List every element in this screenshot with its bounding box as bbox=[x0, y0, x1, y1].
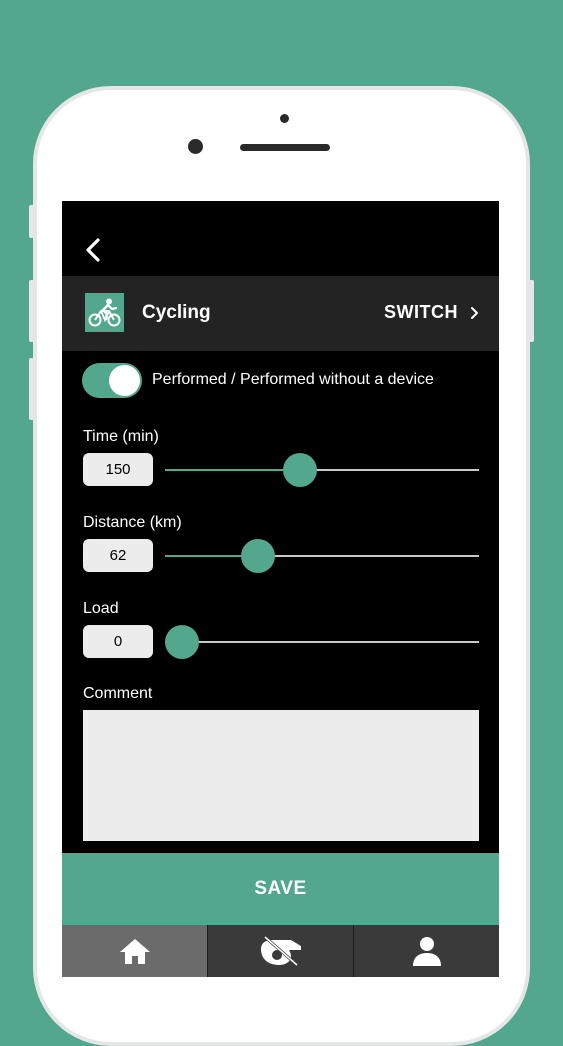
performed-toggle[interactable] bbox=[82, 363, 142, 398]
save-button[interactable]: SAVE bbox=[62, 853, 499, 925]
phone-side-button-left-2 bbox=[29, 280, 34, 342]
switch-activity-button[interactable]: SWITCH bbox=[384, 302, 479, 323]
tab-bar bbox=[62, 925, 499, 977]
toggle-knob bbox=[109, 365, 140, 396]
chevron-right-icon bbox=[471, 306, 478, 319]
earpiece-speaker bbox=[240, 144, 330, 151]
switch-label: SWITCH bbox=[384, 302, 458, 322]
phone-side-button-left-3 bbox=[29, 358, 34, 420]
user-icon bbox=[412, 937, 441, 966]
time-label: Time (min) bbox=[83, 428, 159, 445]
tab-coach[interactable] bbox=[207, 925, 353, 977]
front-camera bbox=[188, 139, 203, 154]
slider-track bbox=[165, 641, 479, 643]
distance-value-input[interactable]: 62 bbox=[83, 539, 153, 572]
load-slider[interactable] bbox=[165, 624, 479, 660]
nav-bar bbox=[62, 201, 499, 276]
phone-side-button-left-1 bbox=[29, 205, 34, 238]
activity-bar: Cycling SWITCH bbox=[62, 276, 499, 351]
slider-thumb[interactable] bbox=[240, 539, 275, 573]
activity-icon bbox=[85, 293, 124, 332]
tab-home[interactable] bbox=[62, 925, 207, 977]
performed-toggle-label: Performed / Performed without a device bbox=[152, 371, 434, 388]
proximity-sensor bbox=[280, 114, 289, 123]
tab-profile[interactable] bbox=[353, 925, 499, 977]
whistle-icon bbox=[260, 935, 301, 967]
home-icon bbox=[119, 939, 150, 964]
distance-label: Distance (km) bbox=[83, 514, 182, 531]
activity-name: Cycling bbox=[142, 302, 211, 323]
cyclist-icon bbox=[88, 298, 121, 327]
distance-slider[interactable] bbox=[165, 538, 479, 574]
load-label: Load bbox=[83, 600, 119, 617]
comment-textarea[interactable] bbox=[83, 710, 479, 841]
app-screen: Cycling SWITCH Performed / Performed wit… bbox=[62, 201, 499, 977]
time-slider[interactable] bbox=[165, 452, 479, 488]
back-button[interactable] bbox=[80, 235, 106, 265]
load-value-input[interactable]: 0 bbox=[83, 625, 153, 658]
slider-thumb[interactable] bbox=[282, 453, 317, 487]
chevron-left-icon bbox=[86, 238, 100, 262]
time-value-input[interactable]: 150 bbox=[83, 453, 153, 486]
phone-side-button-right bbox=[529, 280, 534, 342]
comment-label: Comment bbox=[83, 685, 153, 702]
slider-thumb[interactable] bbox=[165, 625, 199, 659]
slider-fill bbox=[165, 469, 300, 471]
